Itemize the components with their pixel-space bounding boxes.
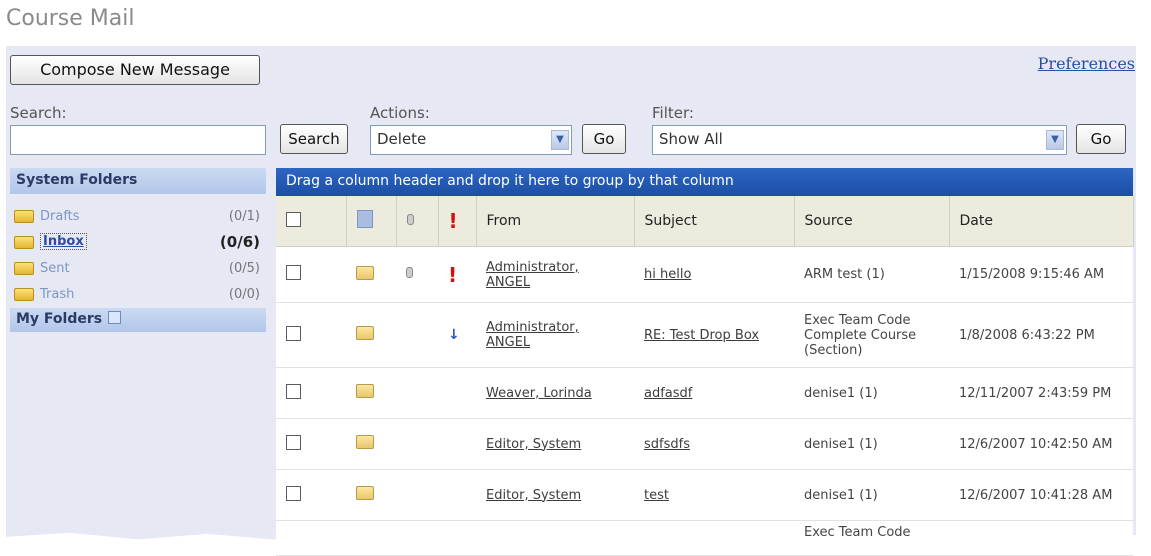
row-checkbox[interactable]: [286, 265, 301, 280]
folder-count: (0/6): [219, 233, 260, 251]
message-date: 12/11/2007 2:43:59 PM: [949, 367, 1133, 419]
folder-name[interactable]: Trash: [40, 287, 74, 302]
message-subject[interactable]: RE: Test Drop Box: [644, 328, 759, 343]
read-status-header[interactable]: [346, 196, 397, 247]
actions-go-button[interactable]: Go: [582, 124, 626, 154]
folder-name[interactable]: Sent: [40, 261, 70, 276]
actions-selected-value: Delete: [377, 130, 427, 148]
folder-sidebar: System Folders Drafts (0/1) Inbox (0/6) …: [10, 168, 266, 546]
actions-select[interactable]: Delete: [370, 125, 572, 155]
document-icon: [356, 210, 373, 228]
paperclip-icon: [406, 267, 413, 278]
filter-label: Filter:: [652, 104, 694, 122]
message-from[interactable]: Editor, System: [486, 488, 581, 503]
row-checkbox[interactable]: [286, 434, 301, 450]
message-grid: Drag a column header and drop it here to…: [276, 168, 1134, 556]
folder-name[interactable]: Drafts: [40, 209, 80, 224]
filter-selected-value: Show All: [659, 130, 723, 148]
torn-edge-right: [1139, 0, 1151, 546]
row-checkbox[interactable]: [286, 325, 301, 341]
folder-icon: [14, 210, 34, 223]
my-folders-label: My Folders: [16, 311, 103, 327]
message-from[interactable]: Administrator, ANGEL: [486, 320, 579, 350]
search-input[interactable]: [10, 125, 266, 155]
filter-go-button[interactable]: Go: [1076, 124, 1126, 154]
message-from[interactable]: Weaver, Lorinda: [486, 386, 592, 401]
table-row[interactable]: Editor, System test denise1 (1) 12/6/200…: [276, 469, 1133, 521]
table-row[interactable]: ! Administrator, ANGEL hi hello ARM test…: [276, 246, 1133, 303]
message-source: denise1 (1): [794, 367, 949, 419]
column-header-date[interactable]: Date: [949, 196, 1134, 247]
message-source: ARM test (1): [794, 246, 949, 303]
folder-count: (0/0): [228, 287, 260, 302]
message-subject[interactable]: hi hello: [644, 267, 691, 282]
priority-header[interactable]: !: [438, 196, 477, 247]
high-priority-icon: !: [448, 262, 458, 287]
attachment-header[interactable]: [396, 196, 439, 247]
paperclip-icon: [406, 214, 414, 225]
row-checkbox[interactable]: [286, 485, 301, 501]
message-date: 1/15/2008 9:15:46 AM: [949, 246, 1133, 303]
column-header-subject[interactable]: Subject: [634, 196, 795, 247]
page-title: Course Mail: [6, 6, 135, 31]
folder-icon: [14, 288, 34, 301]
message-source: denise1 (1): [794, 469, 949, 521]
folder-trash[interactable]: Trash (0/0): [10, 282, 266, 308]
compose-new-message-button[interactable]: Compose New Message: [10, 55, 260, 85]
folder-icon: [14, 236, 34, 249]
message-subject[interactable]: sdfsdfs: [644, 437, 690, 452]
table-row[interactable]: Editor, System sdfsdfs denise1 (1) 12/6/…: [276, 418, 1133, 470]
folder-sent[interactable]: Sent (0/5): [10, 256, 266, 282]
select-all-checkbox[interactable]: [286, 211, 301, 227]
message-subject[interactable]: adfasdf: [644, 386, 692, 401]
column-header-from[interactable]: From: [476, 196, 635, 247]
message-from[interactable]: Editor, System: [486, 437, 581, 452]
message-date: 12/6/2007 10:42:50 AM: [949, 418, 1133, 470]
message-subject[interactable]: test: [644, 488, 669, 503]
folder-drafts[interactable]: Drafts (0/1): [10, 204, 266, 230]
add-folder-icon[interactable]: [108, 311, 122, 324]
envelope-icon: [356, 384, 374, 398]
folder-inbox[interactable]: Inbox (0/6): [10, 230, 266, 256]
actions-dropdown-chevron-icon[interactable]: ▼: [551, 130, 569, 150]
filter-dropdown-chevron-icon[interactable]: ▼: [1046, 130, 1064, 150]
message-source: denise1 (1): [794, 418, 949, 470]
folder-count: (0/5): [228, 261, 260, 276]
actions-label: Actions:: [370, 104, 430, 122]
low-priority-icon: ↓: [448, 327, 460, 343]
envelope-icon: [356, 435, 374, 449]
folder-name[interactable]: Inbox: [40, 233, 87, 250]
envelope-icon: [356, 486, 374, 500]
system-folders-header: System Folders: [10, 168, 266, 194]
select-all-header[interactable]: [276, 196, 347, 247]
message-date: 12/6/2007 10:41:28 AM: [949, 469, 1133, 521]
message-date: 1/8/2008 6:43:22 PM: [949, 302, 1133, 368]
search-label: Search:: [10, 104, 67, 122]
folder-icon: [14, 262, 34, 275]
table-row[interactable]: Weaver, Lorinda adfasdf denise1 (1) 12/1…: [276, 367, 1133, 419]
message-source: Exec Team Code Complete Course (Section): [794, 302, 949, 368]
row-checkbox[interactable]: [286, 383, 301, 399]
folder-count: (0/1): [228, 209, 260, 224]
column-header-source[interactable]: Source: [794, 196, 950, 247]
search-button[interactable]: Search: [280, 124, 348, 154]
my-folders-header: My Folders: [10, 308, 266, 332]
preferences-link[interactable]: Preferences: [1038, 54, 1135, 73]
priority-icon: !: [448, 209, 458, 233]
group-by-bar[interactable]: Drag a column header and drop it here to…: [276, 168, 1133, 196]
envelope-icon: [356, 265, 374, 280]
table-row[interactable]: ↓ Administrator, ANGEL RE: Test Drop Box…: [276, 302, 1133, 368]
filter-select[interactable]: Show All: [652, 125, 1067, 155]
envelope-icon: [356, 326, 374, 340]
message-from[interactable]: Administrator, ANGEL: [486, 260, 579, 290]
